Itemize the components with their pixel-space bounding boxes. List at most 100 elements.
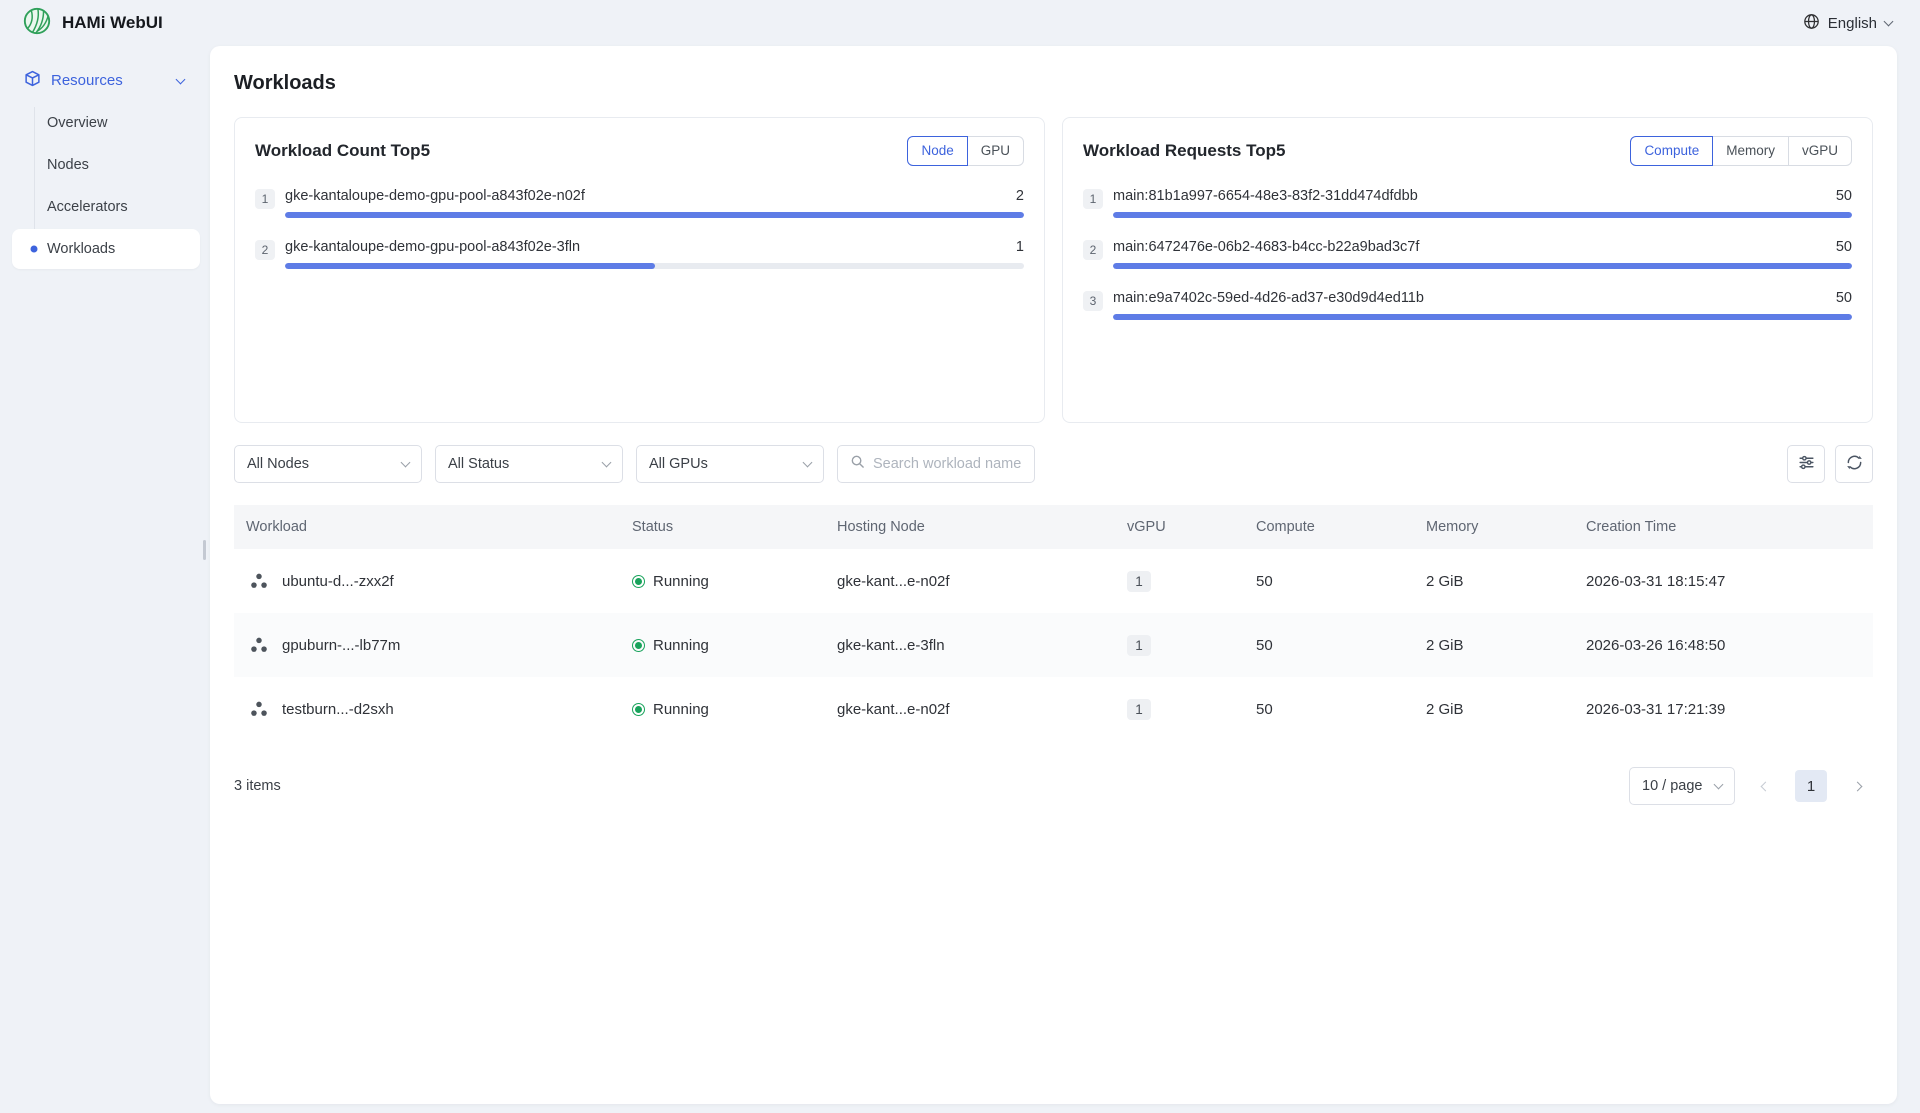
gpus-filter-select[interactable]: All GPUs	[636, 445, 824, 483]
column-header-hosting-node: Hosting Node	[825, 505, 1115, 549]
requests-card-toggle: Compute Memory vGPU	[1630, 136, 1852, 166]
rank-badge: 3	[1083, 291, 1103, 311]
page-1-button[interactable]: 1	[1795, 770, 1827, 802]
column-header-workload: Workload	[234, 505, 620, 549]
tab-vgpu[interactable]: vGPU	[1788, 136, 1852, 166]
rank-item: 2 main:6472476e-06b2-4683-b4cc-b22a9bad3…	[1083, 239, 1852, 269]
count-card-toggle: Node GPU	[907, 136, 1024, 166]
table-row[interactable]: gpuburn-...-lb77m Running gke-kant...e-3…	[234, 613, 1873, 677]
nodes-filter-value: All Nodes	[247, 456, 309, 472]
refresh-icon	[1846, 454, 1863, 474]
main-card: Workloads Workload Count Top5 Node GPU 1…	[210, 46, 1897, 1104]
table-row[interactable]: ubuntu-d...-zxx2f Running gke-kant...e-n…	[234, 549, 1873, 613]
rank-item: 2 gke-kantaloupe-demo-gpu-pool-a843f02e-…	[255, 239, 1024, 269]
rank-badge: 1	[255, 189, 275, 209]
rank-value: 50	[1836, 188, 1852, 204]
language-label: English	[1828, 15, 1877, 32]
vgpu-badge: 1	[1127, 635, 1151, 656]
tab-compute[interactable]: Compute	[1630, 136, 1713, 166]
chevron-down-icon	[176, 74, 186, 84]
table-row[interactable]: testburn...-d2sxh Running gke-kant...e-n…	[234, 677, 1873, 741]
chevron-down-icon	[1884, 17, 1894, 27]
resources-icon	[24, 70, 41, 91]
memory-value: 2 GiB	[1414, 613, 1574, 677]
hosting-node: gke-kant...e-n02f	[825, 677, 1115, 741]
sidebar-item-label: Workloads	[47, 241, 115, 257]
charts-row: Workload Count Top5 Node GPU 1 gke-kanta…	[234, 117, 1873, 423]
workload-count-card: Workload Count Top5 Node GPU 1 gke-kanta…	[234, 117, 1045, 423]
rank-badge: 2	[1083, 240, 1103, 260]
chevron-down-icon	[1714, 780, 1724, 790]
column-settings-icon	[1798, 454, 1815, 474]
next-page-button[interactable]	[1841, 770, 1873, 802]
rank-badge: 1	[1083, 189, 1103, 209]
vgpu-badge: 1	[1127, 699, 1151, 720]
language-selector[interactable]: English	[1803, 13, 1892, 34]
column-settings-button[interactable]	[1787, 445, 1825, 483]
globe-icon	[1803, 13, 1820, 34]
top-bar: HAMi WebUI English	[0, 0, 1920, 46]
rank-name: main:81b1a997-6654-48e3-83f2-31dd474dfdb…	[1113, 188, 1418, 204]
nodes-filter-select[interactable]: All Nodes	[234, 445, 422, 483]
status-running-icon	[632, 639, 645, 652]
status-filter-select[interactable]: All Status	[435, 445, 623, 483]
refresh-button[interactable]	[1835, 445, 1873, 483]
table-footer: 3 items 10 / page 1	[234, 767, 1873, 805]
sidebar-item-overview[interactable]: Overview	[12, 103, 200, 143]
workload-icon	[246, 632, 272, 658]
sidebar-group-resources[interactable]: Resources	[0, 60, 200, 101]
workload-requests-title: Workload Requests Top5	[1083, 141, 1285, 161]
status-running-icon	[632, 703, 645, 716]
chevron-down-icon	[803, 458, 813, 468]
brand: HAMi WebUI	[22, 6, 163, 41]
tab-memory[interactable]: Memory	[1712, 136, 1789, 166]
search-icon	[850, 454, 865, 474]
rank-bar	[1113, 314, 1852, 320]
column-header-memory: Memory	[1414, 505, 1574, 549]
rank-value: 50	[1836, 290, 1852, 306]
column-header-compute: Compute	[1244, 505, 1414, 549]
workload-icon	[246, 568, 272, 594]
pagination: 10 / page 1	[1629, 767, 1873, 805]
table-header-row: Workload Status Hosting Node vGPU Comput…	[234, 505, 1873, 549]
rank-bar	[285, 263, 1024, 269]
rank-item: 3 main:e9a7402c-59ed-4d26-ad37-e30d9d4ed…	[1083, 290, 1852, 320]
gpus-filter-value: All GPUs	[649, 456, 708, 472]
workload-name: ubuntu-d...-zxx2f	[282, 573, 394, 590]
vgpu-badge: 1	[1127, 571, 1151, 592]
tab-node[interactable]: Node	[907, 136, 967, 166]
prev-page-button[interactable]	[1749, 770, 1781, 802]
status-label: Running	[653, 573, 709, 590]
sidebar-group-label: Resources	[51, 72, 123, 89]
workload-icon	[246, 696, 272, 722]
creation-time: 2026-03-26 16:48:50	[1574, 613, 1873, 677]
page-size-value: 10 / page	[1642, 778, 1702, 794]
sidebar-item-workloads[interactable]: Workloads	[12, 229, 200, 269]
total-items-label: 3 items	[234, 778, 281, 794]
tab-gpu[interactable]: GPU	[967, 136, 1024, 166]
rank-value: 1	[1016, 239, 1024, 255]
rank-value: 50	[1836, 239, 1852, 255]
compute-value: 50	[1244, 549, 1414, 613]
rank-bar	[1113, 212, 1852, 218]
workload-requests-card: Workload Requests Top5 Compute Memory vG…	[1062, 117, 1873, 423]
watermelon-logo-icon	[22, 6, 52, 41]
rank-name: gke-kantaloupe-demo-gpu-pool-a843f02e-3f…	[285, 239, 580, 255]
filters-toolbar: All Nodes All Status All GPUs	[234, 445, 1873, 483]
rank-bar	[1113, 263, 1852, 269]
sidebar-resize-handle[interactable]	[203, 540, 206, 560]
creation-time: 2026-03-31 17:21:39	[1574, 677, 1873, 741]
rank-name: main:6472476e-06b2-4683-b4cc-b22a9bad3c7…	[1113, 239, 1419, 255]
app-title: HAMi WebUI	[62, 13, 163, 33]
sidebar-item-accelerators[interactable]: Accelerators	[12, 187, 200, 227]
page-size-select[interactable]: 10 / page	[1629, 767, 1735, 805]
rank-item: 1 main:81b1a997-6654-48e3-83f2-31dd474df…	[1083, 188, 1852, 218]
sidebar-item-label: Nodes	[47, 157, 89, 173]
search-input[interactable]	[873, 456, 1022, 472]
status-filter-value: All Status	[448, 456, 509, 472]
memory-value: 2 GiB	[1414, 677, 1574, 741]
rank-name: main:e9a7402c-59ed-4d26-ad37-e30d9d4ed11…	[1113, 290, 1424, 306]
compute-value: 50	[1244, 613, 1414, 677]
column-header-status: Status	[620, 505, 825, 549]
sidebar-item-nodes[interactable]: Nodes	[12, 145, 200, 185]
